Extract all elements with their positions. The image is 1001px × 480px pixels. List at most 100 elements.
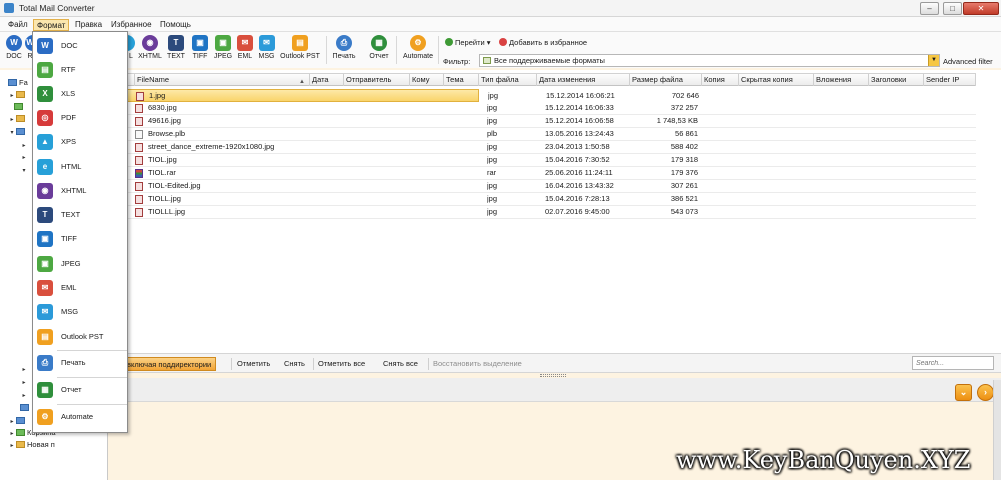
format-menu-item-печать[interactable]: ⎙ Печать <box>33 352 127 374</box>
tree-item[interactable] <box>14 102 25 111</box>
restore-selection-button[interactable]: Восстановить выделение <box>433 359 522 368</box>
toolbar-outlook-pst-button[interactable]: ▤ Outlook PST <box>279 35 321 60</box>
minimize-button[interactable]: – <box>920 2 939 15</box>
archive-file-icon <box>135 169 143 178</box>
tree-item[interactable]: ▸ <box>20 364 28 373</box>
column-header-size[interactable]: Размер файла <box>630 74 702 86</box>
table-row[interactable]: TIOL.jpg jpg 15.04.2016 7:30:52 179 318 <box>108 154 976 167</box>
table-row[interactable]: street_dance_extreme-1920x1080.jpg jpg 23.… <box>108 141 976 154</box>
column-header-modified[interactable]: Дата изменения <box>537 74 630 86</box>
menu-favorites[interactable]: Избранное <box>108 19 155 31</box>
table-row[interactable]: TIOL.rar rar 25.06.2016 11:24:11 179 376 <box>108 167 976 180</box>
table-row[interactable]: TIOLL.jpg jpg 15.04.2016 7:28:13 386 521 <box>108 193 976 206</box>
table-row[interactable]: 6830.jpg jpg 15.12.2014 16:06:33 372 257 <box>108 102 976 115</box>
toolbar-doc-button[interactable]: W DOC <box>5 35 23 60</box>
tree-item-new-folder[interactable]: ▸ Новая п <box>8 440 54 449</box>
column-header-file-type[interactable]: Тип файла <box>479 74 537 86</box>
collapse-preview-button[interactable]: ⌄ <box>955 384 972 401</box>
tree-item[interactable]: ▸ <box>8 114 27 123</box>
watermark-text: www.KeyBanQuyen.XYZ <box>676 446 971 474</box>
goto-button[interactable]: Перейти ▾ <box>445 38 491 47</box>
tree-item[interactable]: ▾ <box>20 165 28 174</box>
column-header-sender[interactable]: Отправитель <box>344 74 410 86</box>
menu-support[interactable]: Помощь <box>157 19 194 31</box>
tree-item[interactable]: ▸ <box>20 140 28 149</box>
tree-item[interactable]: ▾ <box>8 127 27 136</box>
format-menu-item-xhtml[interactable]: ◉ XHTML <box>33 180 127 202</box>
toolbar-xhtml-button[interactable]: ◉ XHTML <box>138 35 162 60</box>
tree-item[interactable] <box>20 403 31 412</box>
column-header-subject[interactable]: Тема <box>444 74 479 86</box>
tree-item[interactable]: ▸ <box>20 377 28 386</box>
column-header-filename[interactable]: FileName ▲ <box>135 74 310 86</box>
menu-item-label: Automate <box>61 412 94 421</box>
maximize-button[interactable]: □ <box>943 2 962 15</box>
menu-help[interactable]: Правка <box>72 19 105 31</box>
toolbar-tiff-button[interactable]: ▣ TIFF <box>190 35 210 60</box>
table-row[interactable]: TIOL-Edited.jpg jpg 16.04.2016 13:43:32 307… <box>108 180 976 193</box>
format-menu-item-html[interactable]: e HTML <box>33 156 127 178</box>
filter-select[interactable]: Все поддерживаемые форматы ▼ <box>479 54 940 67</box>
menu-format[interactable]: Формат <box>33 19 70 31</box>
tree-item[interactable]: ▸ <box>8 416 27 425</box>
expand-icon: ▸ <box>22 143 26 149</box>
toolbar-msg-button[interactable]: ✉ MSG <box>257 35 276 60</box>
uncheck-all-button[interactable]: Снять все <box>383 359 418 368</box>
modified-date-cell: 02.07.2016 9:45:00 <box>545 207 610 216</box>
toolbar-html-button[interactable]: L <box>127 35 135 60</box>
file-size-cell: 372 257 <box>670 103 698 112</box>
menu-item-label: EML <box>61 283 77 292</box>
toolbar-text-button[interactable]: T TEXT <box>166 35 186 60</box>
close-button[interactable]: ✕ <box>963 2 999 15</box>
preview-scrollbar[interactable] <box>993 380 1001 480</box>
column-header-date[interactable]: Дата <box>310 74 344 86</box>
tree-item[interactable]: ▸ <box>20 390 28 399</box>
menu-file[interactable]: Файл <box>5 19 31 31</box>
add-favorite-button[interactable]: Добавить в избранное <box>499 38 587 47</box>
file-type-cell: jpg <box>487 142 498 151</box>
column-header-cc[interactable]: Копия <box>702 74 739 86</box>
format-menu-item-outlook-pst[interactable]: ▤ Outlook PST <box>33 326 127 348</box>
toolbar-report-button[interactable]: ▦ Отчет <box>366 35 392 60</box>
format-menu-item-rtf[interactable]: ▤ RTF <box>33 59 127 81</box>
toolbar-eml-button[interactable]: ✉ EML <box>236 35 254 60</box>
column-header-bcc[interactable]: Скрытая копия <box>739 74 814 86</box>
format-menu-item-eml[interactable]: ✉ EML <box>33 277 127 299</box>
format-menu-item-xls[interactable]: X XLS <box>33 83 127 105</box>
chevron-down-icon[interactable]: ▼ <box>928 55 939 66</box>
column-header-sender-ip[interactable]: Sender IP <box>924 74 976 86</box>
format-menu-item-xps[interactable]: ▲ XPS <box>33 131 127 153</box>
tree-item[interactable]: ▸ <box>8 90 27 99</box>
table-row[interactable]: Browse.plb plb 13.05.2016 13:24:43 56 861 <box>108 128 976 141</box>
column-header-to[interactable]: Кому <box>410 74 444 86</box>
advanced-filter-button[interactable]: Advanced filter <box>943 57 993 66</box>
format-menu-item-отчет[interactable]: ▦ Отчет <box>33 379 127 401</box>
column-header-headers[interactable]: Заголовки <box>869 74 924 86</box>
format-menu-item-jpeg[interactable]: ▣ JPEG <box>33 253 127 275</box>
include-subdirs-button[interactable]: включая поддиректории <box>122 357 217 371</box>
table-row[interactable]: TIOLLL.jpg jpg 02.07.2016 9:45:00 543 073 <box>108 206 976 219</box>
format-menu-item-msg[interactable]: ✉ MSG <box>33 301 127 323</box>
toolbar-jpeg-button[interactable]: ▣ JPEG <box>213 35 233 60</box>
expand-icon: ▸ <box>10 443 14 449</box>
next-button[interactable]: › <box>977 384 994 401</box>
check-button[interactable]: Отметить <box>237 359 270 368</box>
uncheck-button[interactable]: Снять <box>284 359 305 368</box>
check-all-button[interactable]: Отметить все <box>318 359 365 368</box>
filename-cell: 6830.jpg <box>148 103 177 112</box>
table-row[interactable]: 49616.jpg jpg 15.12.2014 16:06:58 1 748,53 … <box>108 115 976 128</box>
column-header-attachments[interactable]: Вложения <box>814 74 869 86</box>
recycle-bin-icon <box>16 429 25 436</box>
search-input[interactable] <box>912 356 994 370</box>
toolbar-automate-button[interactable]: ⚙ Automate <box>400 35 436 60</box>
format-menu-item-text[interactable]: T TEXT <box>33 204 127 226</box>
format-menu-item-automate[interactable]: ⚙ Automate <box>33 406 127 428</box>
tree-item-favorites[interactable]: Fa <box>8 78 28 87</box>
panel-splitter[interactable] <box>540 374 566 377</box>
format-menu-item-tiff[interactable]: ▣ TIFF <box>33 228 127 250</box>
toolbar-print-button[interactable]: ⎙ Печать <box>330 35 358 60</box>
table-row[interactable]: 1.jpg jpg 15.12.2014 16:06:21 702 646 <box>108 89 699 102</box>
format-menu-item-pdf[interactable]: ◎ PDF <box>33 107 127 129</box>
format-menu-item-doc[interactable]: W DOC <box>33 35 127 57</box>
tree-item[interactable]: ▸ <box>20 152 28 161</box>
